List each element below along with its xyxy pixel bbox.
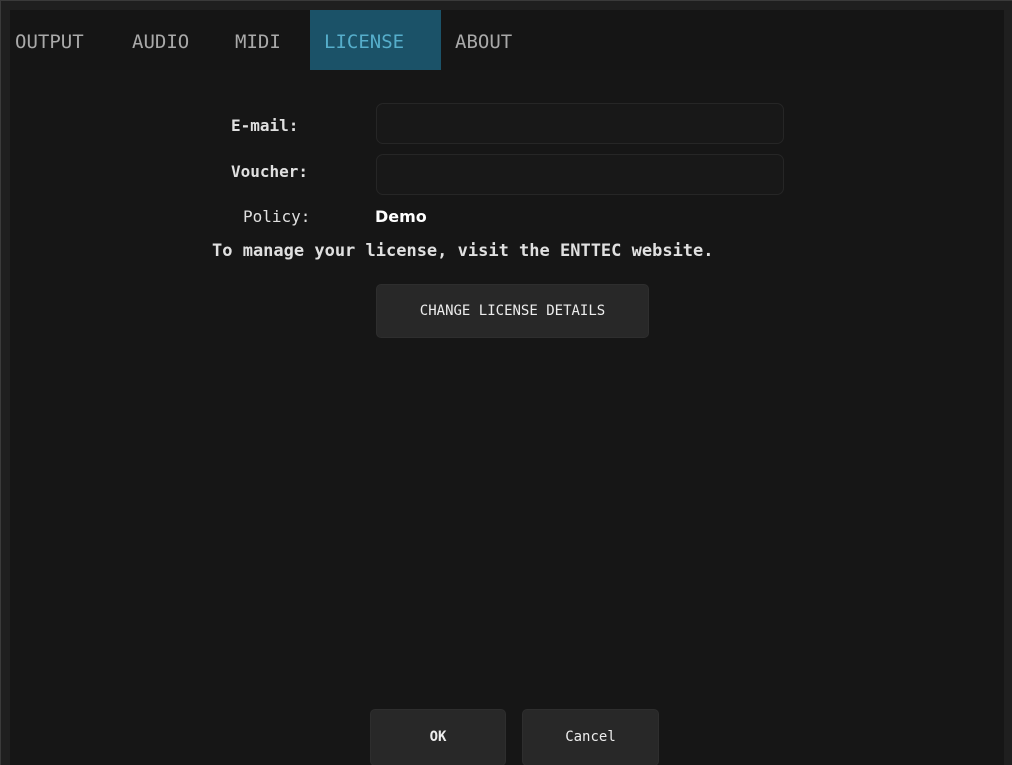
license-panel: E-mail: Voucher: Policy: Demo To manage …	[10, 70, 1004, 765]
manage-license-text: To manage your license, visit the ENTTEC…	[212, 241, 714, 261]
email-field[interactable]	[376, 103, 784, 144]
voucher-field[interactable]	[376, 154, 784, 195]
tab-license[interactable]: LICENSE	[310, 10, 441, 70]
ok-button[interactable]: OK	[370, 709, 506, 765]
tab-midi[interactable]: MIDI	[235, 10, 281, 70]
cancel-button[interactable]: Cancel	[522, 709, 659, 765]
tab-audio[interactable]: AUDIO	[132, 10, 189, 70]
license-dialog: OUTPUT AUDIO MIDI LICENSE ABOUT E-mail: …	[0, 0, 1012, 765]
policy-label: Policy:	[243, 207, 311, 226]
tab-bar: OUTPUT AUDIO MIDI LICENSE ABOUT	[10, 10, 1004, 70]
tab-about[interactable]: ABOUT	[455, 10, 512, 70]
voucher-label: Voucher:	[231, 162, 309, 181]
tab-output[interactable]: OUTPUT	[15, 10, 84, 70]
email-label: E-mail:	[231, 116, 299, 135]
policy-value: Demo	[375, 207, 427, 226]
change-license-details-button[interactable]: CHANGE LICENSE DETAILS	[376, 284, 649, 338]
